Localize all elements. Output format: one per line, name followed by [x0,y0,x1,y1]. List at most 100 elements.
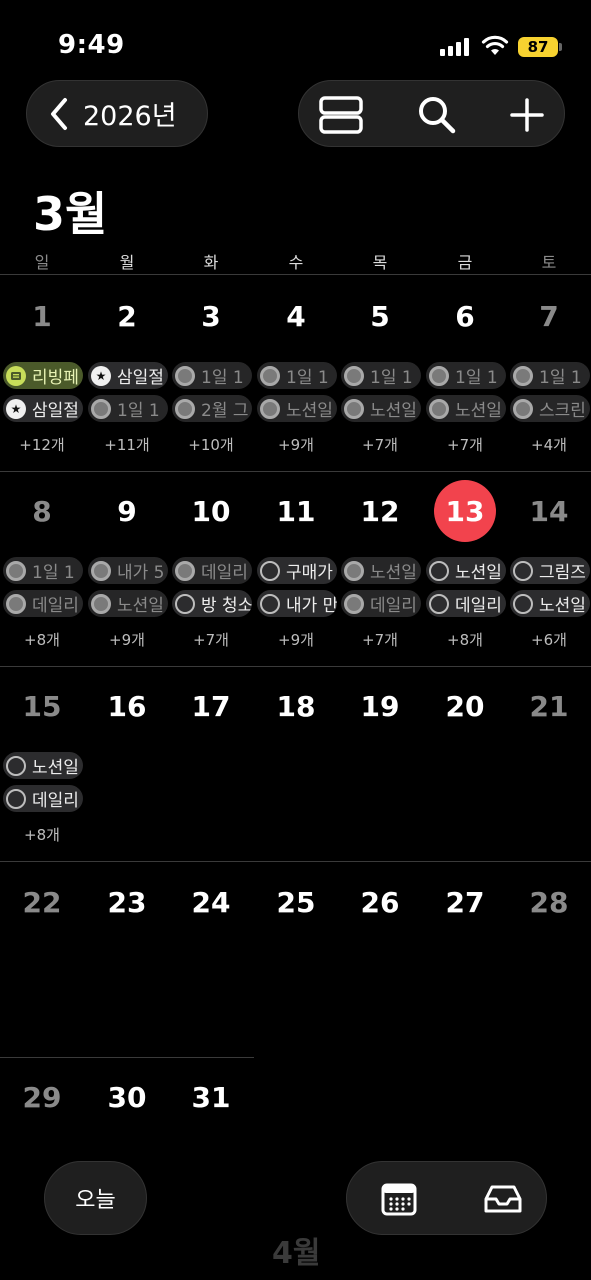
day-number[interactable]: 12 [338,495,422,528]
event-title: 구매가 [286,563,333,583]
back-to-year-button[interactable]: 2026년 [26,80,208,147]
day-number[interactable]: 27 [423,886,507,919]
event-title: 노션일 [117,596,164,616]
event-chip[interactable]: 데일리 [172,557,252,584]
day-number[interactable]: 10 [169,495,253,528]
day-number[interactable]: 29 [0,1081,84,1114]
add-event-button[interactable] [497,81,557,148]
next-month-title: 4월 [272,1236,321,1271]
more-events-count[interactable]: +4개 [507,434,591,455]
event-chip[interactable]: 데일리 [3,590,83,617]
day-number[interactable]: 20 [423,690,507,723]
day-number[interactable]: 14 [507,495,591,528]
completed-circle-icon [91,398,111,419]
day-number[interactable]: 25 [254,886,338,919]
more-events-count[interactable]: +6개 [507,629,591,650]
view-mode-button[interactable] [311,81,371,148]
day-number[interactable]: 2 [85,300,169,333]
day-number[interactable]: 6 [423,300,507,333]
completed-circle-icon [344,365,364,386]
day-number-today[interactable]: 13 [423,495,507,528]
event-chip[interactable]: 구매가 [257,557,337,584]
search-icon [419,96,456,133]
day-number[interactable]: 3 [169,300,253,333]
calendars-button[interactable] [369,1165,429,1232]
more-events-count[interactable]: +7개 [338,434,422,455]
more-events-count[interactable]: +7개 [423,434,507,455]
event-chip[interactable]: 데일리 [426,590,506,617]
more-events-count[interactable]: +10개 [169,434,253,455]
event-chip[interactable]: 1일 1 [88,395,168,422]
circle-icon [175,593,195,614]
more-events-count[interactable]: +9개 [254,434,338,455]
event-chip[interactable]: 1일 1 [172,362,252,389]
event-chip[interactable]: 데일리 [341,590,421,617]
event-chip[interactable]: 노션일 [88,590,168,617]
event-chip[interactable]: 노션일 [3,752,83,779]
more-events-count[interactable]: +9개 [85,629,169,650]
event-title: 내가 5 [117,563,165,583]
more-events-count[interactable]: +12개 [0,434,84,455]
event-chip[interactable]: 리빙페 [3,362,83,389]
day-number[interactable]: 21 [507,690,591,723]
plus-icon [510,97,544,132]
event-chip[interactable]: 내가 5 [88,557,168,584]
event-chip[interactable]: 1일 1 [426,362,506,389]
day-number[interactable]: 17 [169,690,253,723]
day-number[interactable]: 15 [0,690,84,723]
event-chip[interactable]: 2월 그 [172,395,252,422]
event-title: 1일 1 [201,368,244,388]
day-number[interactable]: 31 [169,1081,253,1114]
event-title: 데일리 [201,563,248,583]
event-chip[interactable]: 데일리 [3,785,83,812]
more-events-count[interactable]: +11개 [85,434,169,455]
more-events-count[interactable]: +8개 [0,824,84,845]
event-chip[interactable]: 1일 1 [341,362,421,389]
event-title: 삼일절 [32,401,79,421]
event-chip[interactable]: 노션일 [341,395,421,422]
more-events-count[interactable]: +7개 [169,629,253,650]
more-events-count[interactable]: +9개 [254,629,338,650]
day-number[interactable]: 8 [0,495,84,528]
event-chip[interactable]: 노션일 [257,395,337,422]
more-events-count[interactable]: +8개 [0,629,84,650]
day-number[interactable]: 7 [507,300,591,333]
day-number[interactable]: 23 [85,886,169,919]
inbox-button[interactable] [473,1165,533,1232]
more-events-count[interactable]: +8개 [423,629,507,650]
day-number[interactable]: 22 [0,886,84,919]
event-chip[interactable]: 노션일 [426,557,506,584]
today-button[interactable]: 오늘 [44,1161,147,1235]
day-number[interactable]: 1 [0,300,84,333]
day-number[interactable]: 11 [254,495,338,528]
day-number[interactable]: 19 [338,690,422,723]
event-chip[interactable]: 그림즈 [510,557,590,584]
day-number[interactable]: 5 [338,300,422,333]
event-chip[interactable]: 노션일 [341,557,421,584]
day-number[interactable]: 28 [507,886,591,919]
day-number[interactable]: 18 [254,690,338,723]
event-title: 데일리 [32,596,79,616]
day-number[interactable]: 9 [85,495,169,528]
event-chip[interactable]: 노션일 [426,395,506,422]
day-number[interactable]: 24 [169,886,253,919]
search-button[interactable] [407,81,467,148]
event-chip[interactable]: 방 청소 [172,590,252,617]
event-chip[interactable]: ★ 삼일절 [3,395,83,422]
completed-circle-icon [344,593,364,614]
event-title: 데일리 [32,791,79,811]
day-number[interactable]: 4 [254,300,338,333]
more-events-count[interactable]: +7개 [338,629,422,650]
event-chip[interactable]: ★ 삼일절 [88,362,168,389]
event-chip[interactable]: 1일 1 [257,362,337,389]
event-chip[interactable]: 1일 1 [510,362,590,389]
event-chip[interactable]: 스크린 [510,395,590,422]
day-number[interactable]: 30 [85,1081,169,1114]
event-title: 삼일절 [117,368,164,388]
reminder-list-icon [6,365,26,386]
day-number[interactable]: 16 [85,690,169,723]
event-chip[interactable]: 내가 만 [257,590,337,617]
day-number[interactable]: 26 [338,886,422,919]
event-chip[interactable]: 1일 1 [3,557,83,584]
event-chip[interactable]: 노션일 [510,590,590,617]
